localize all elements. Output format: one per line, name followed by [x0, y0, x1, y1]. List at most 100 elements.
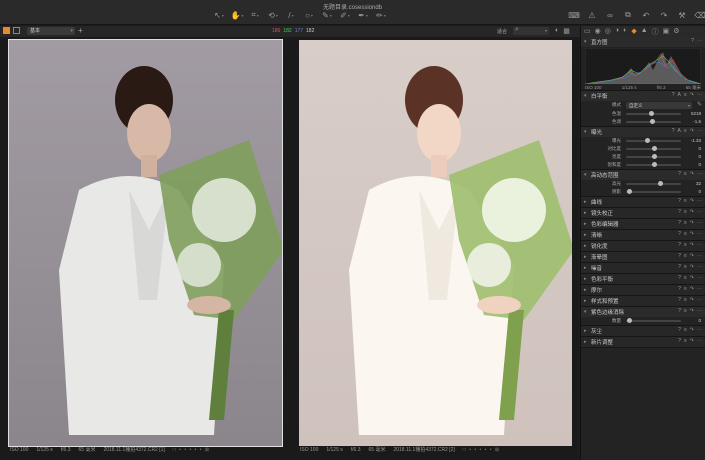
slider-value[interactable]: 32 [696, 181, 701, 186]
copy-icon[interactable]: ↷ [690, 327, 694, 333]
copy-icon[interactable]: ↷ [690, 209, 694, 215]
grid-view-icon[interactable] [3, 27, 10, 34]
copy-icon[interactable]: ↷ [690, 338, 694, 344]
copy-icon[interactable]: ↷ [690, 297, 694, 303]
more-icon[interactable]: ⋯ [697, 327, 702, 333]
help-icon[interactable]: ? [678, 209, 681, 215]
more-icon[interactable]: ⋯ [697, 128, 702, 134]
more-icon[interactable]: ⋯ [697, 231, 702, 237]
annotate-tool[interactable]: ✏ ▾ [374, 10, 388, 20]
list-icon[interactable]: ≡ [684, 338, 687, 344]
keystone-tool[interactable]: / ▾ [284, 10, 298, 20]
slider-thumb[interactable] [651, 146, 657, 151]
more-icon[interactable]: ⋯ [697, 209, 702, 215]
folder-icon[interactable]: ▭ [584, 27, 591, 36]
list-icon[interactable]: ≡ [684, 242, 687, 248]
slider-thumb[interactable] [658, 181, 664, 186]
crop-tool[interactable]: ⌗ ▾ [248, 10, 262, 20]
help-icon[interactable]: ? [678, 275, 681, 281]
list-icon[interactable]: ≡ [684, 198, 687, 204]
more-icon[interactable]: ⋯ [697, 253, 702, 259]
copy-icon[interactable]: ↷ [690, 308, 694, 314]
auto-icon[interactable]: A [678, 92, 681, 98]
slider-track[interactable] [626, 146, 681, 151]
copy-icon[interactable]: ↷ [690, 264, 694, 270]
rating-stars[interactable]: □ • • • • • ⊠ [173, 447, 210, 453]
section-header[interactable]: ▸ 锐化度? ≡ ↷ ⋯ [581, 241, 705, 251]
help-icon[interactable]: ? [678, 220, 681, 226]
section-header[interactable]: ▾ 直方图 ? ⋯ [581, 37, 705, 47]
help-icon[interactable]: ? [672, 92, 675, 98]
brush-tool[interactable]: ✎ ▾ [320, 10, 334, 20]
slider-value[interactable]: 0 [698, 162, 701, 167]
fit-label[interactable]: 适合 [497, 28, 507, 35]
settings-icon[interactable]: ⚙ [673, 27, 679, 36]
section-header[interactable]: ▸ 渐晕图? ≡ ↷ ⋯ [581, 252, 705, 262]
rating-stars[interactable]: □ • • • • • ⊠ [463, 447, 500, 453]
eyedropper-icon[interactable]: ✎ [697, 101, 702, 108]
auto-icon[interactable]: A [678, 128, 681, 134]
list-icon[interactable]: ≡ [684, 220, 687, 226]
camera-icon[interactable]: ◉ [595, 27, 601, 36]
slider-thumb[interactable] [651, 162, 657, 167]
brush-clean-icon[interactable]: ⌫ [694, 10, 705, 20]
lens-icon[interactable]: ◎ [605, 27, 611, 36]
section-header[interactable]: ▸ 样式和预置? ≡ ↷ ⋯ [581, 296, 705, 306]
more-icon[interactable]: ⋯ [697, 308, 702, 314]
copy-icon[interactable]: ↷ [690, 92, 694, 98]
slider-thumb[interactable] [648, 111, 654, 116]
copy-icon[interactable]: ↷ [690, 220, 694, 226]
section-header[interactable]: ▾ 白平衡 ? A ≡ ↷ ⋯ [581, 91, 705, 101]
keyboard-icon[interactable]: ⌨ [568, 10, 580, 20]
slider-track[interactable] [626, 181, 681, 186]
help-icon[interactable]: ? [678, 308, 681, 314]
more-icon[interactable]: ⋯ [697, 338, 702, 344]
undo-icon[interactable]: ↶ [640, 10, 652, 20]
help-icon[interactable]: ? [678, 253, 681, 259]
section-header[interactable]: ▸ 清晰? ≡ ↷ ⋯ [581, 230, 705, 240]
more-icon[interactable]: ⋯ [697, 38, 702, 44]
proof-icon[interactable]: ◐ [555, 27, 559, 35]
list-icon[interactable]: ≡ [684, 297, 687, 303]
list-icon[interactable]: ≡ [684, 92, 687, 98]
section-header[interactable]: ▸ 新片调整? ≡ ↷ ⋯ [581, 337, 705, 347]
help-icon[interactable]: ? [691, 38, 694, 44]
add-preset-button[interactable]: + [78, 26, 83, 35]
help-icon[interactable]: ? [678, 327, 681, 333]
pan-tool[interactable]: ✋ ▾ [230, 10, 244, 20]
more-icon[interactable]: ⋯ [697, 171, 702, 177]
color-icon[interactable]: ◑ [615, 27, 619, 36]
exposure-icon[interactable]: ◐ [623, 27, 627, 36]
help-icon[interactable]: ? [672, 128, 675, 134]
zoom-search[interactable]: ⌕ ▾ [513, 26, 549, 35]
slider-value[interactable]: 0 [698, 154, 701, 159]
cursor-tool[interactable]: ↖ ▾ [212, 10, 226, 20]
wb-mode-select[interactable]: 自定义 ▾ [626, 102, 692, 109]
rotate-tool[interactable]: ⟲ ▾ [266, 10, 280, 20]
copy-icon[interactable]: ↷ [690, 253, 694, 259]
adjust-tab-icon[interactable]: ◆ [631, 27, 636, 36]
slider-track[interactable] [626, 162, 681, 167]
slider-value[interactable]: 0 [698, 189, 701, 194]
list-icon[interactable]: ≡ [684, 128, 687, 134]
slider-value[interactable]: 0 [698, 146, 701, 151]
list-icon[interactable]: ≡ [684, 171, 687, 177]
section-header[interactable]: ▸ 色彩平衡? ≡ ↷ ⋯ [581, 274, 705, 284]
section-header[interactable]: ▸ 色彩编辑器? ≡ ↷ ⋯ [581, 219, 705, 229]
spot-tool[interactable]: ○ ▾ [302, 10, 316, 20]
redo-icon[interactable]: ↷ [658, 10, 670, 20]
section-header[interactable]: ▾ 曝光 ? A ≡ ↷ ⋯ [581, 127, 705, 137]
help-icon[interactable]: ? [678, 286, 681, 292]
slider-track[interactable] [626, 154, 681, 159]
list-icon[interactable]: ≡ [684, 209, 687, 215]
more-icon[interactable]: ⋯ [697, 264, 702, 270]
slider-track[interactable] [626, 119, 681, 124]
copy-icon[interactable]: ↷ [690, 171, 694, 177]
section-header[interactable]: ▸ 噪音? ≡ ↷ ⋯ [581, 263, 705, 273]
slider-track[interactable] [626, 189, 681, 194]
copy-icon[interactable]: ↷ [690, 275, 694, 281]
help-icon[interactable]: ? [678, 242, 681, 248]
photo-edited[interactable] [299, 40, 572, 446]
help-icon[interactable]: ? [678, 338, 681, 344]
section-header[interactable]: ▸ 灰尘? ≡ ↷ ⋯ [581, 326, 705, 336]
